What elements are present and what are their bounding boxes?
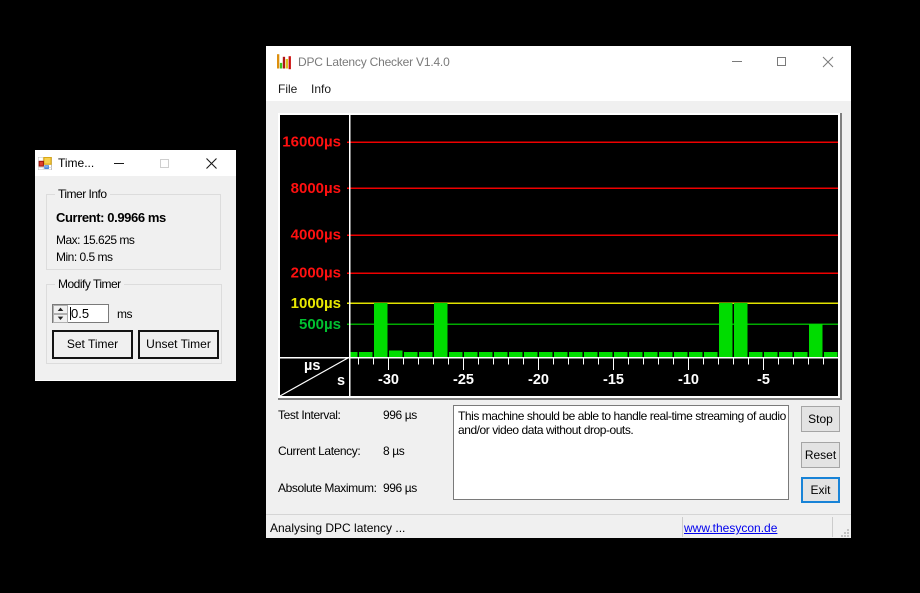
svg-text:-25: -25 <box>453 372 474 388</box>
svg-text:-30: -30 <box>378 372 399 388</box>
svg-text:16000µs: 16000µs <box>282 134 341 151</box>
svg-text:4000µs: 4000µs <box>291 227 341 244</box>
svg-text:µs: µs <box>304 358 320 374</box>
svg-text:s: s <box>337 373 345 389</box>
svg-text:-10: -10 <box>678 372 699 388</box>
svg-text:-15: -15 <box>603 372 624 388</box>
svg-text:8000µs: 8000µs <box>291 180 341 197</box>
svg-text:-20: -20 <box>528 372 549 388</box>
svg-text:1000µs: 1000µs <box>291 295 341 312</box>
svg-text:-5: -5 <box>757 372 770 388</box>
svg-text:500µs: 500µs <box>299 316 341 333</box>
svg-text:2000µs: 2000µs <box>291 265 341 282</box>
